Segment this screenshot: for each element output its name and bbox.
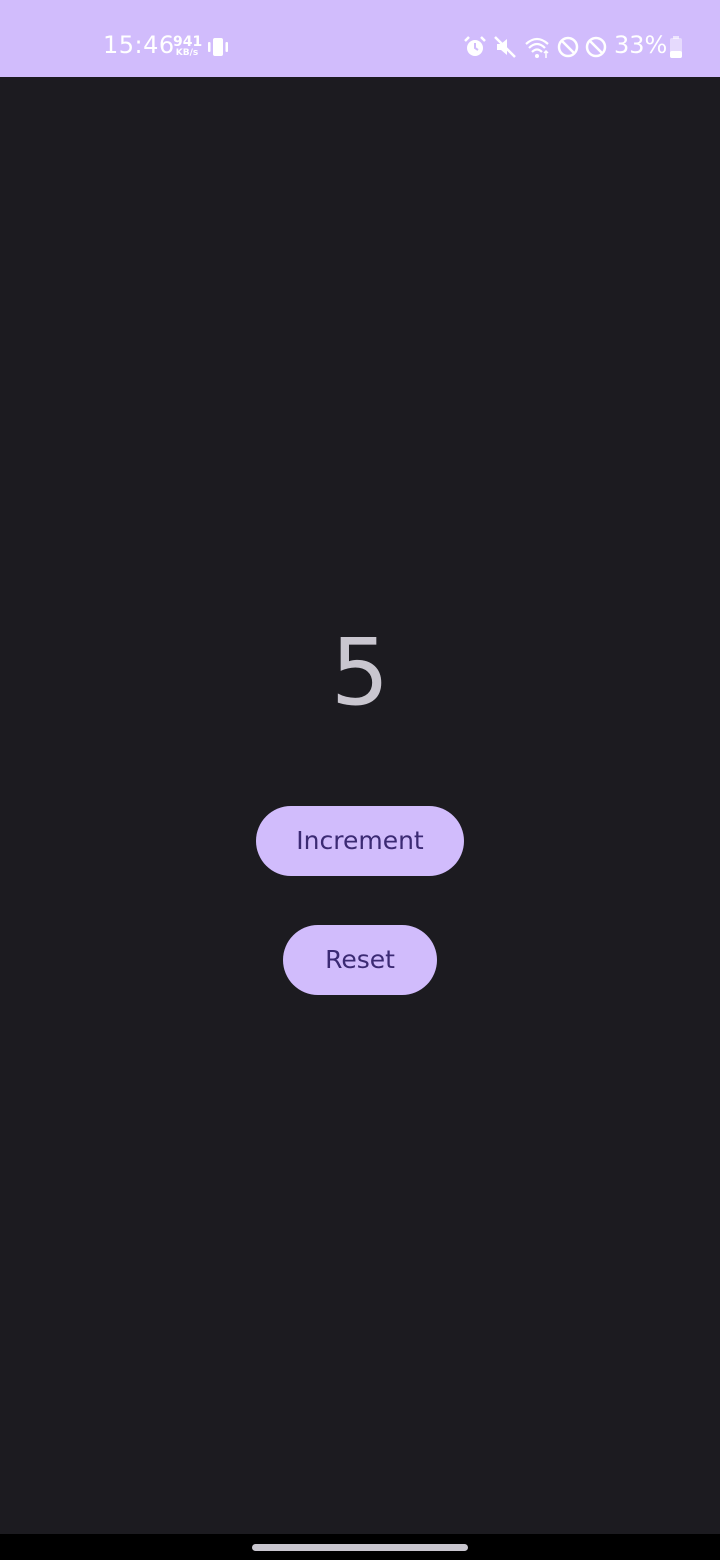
battery-percent: 33% [614,31,668,59]
net-speed: 941 KB/s [173,34,203,58]
home-gesture-handle[interactable] [252,1544,468,1551]
wifi-icon [525,37,549,58]
navigation-bar [0,1534,720,1560]
app-screen: 15:46 941 KB/s 33% 5 Increment Reset [0,0,720,1560]
vibrate-icon [208,38,228,56]
block-icon [585,36,607,58]
alarm-icon [464,36,486,56]
net-speed-value: 941 [173,34,203,50]
block-icon [557,36,579,58]
counter-value: 5 [330,619,390,726]
status-bar: 15:46 941 KB/s 33% [0,0,720,77]
increment-button[interactable]: Increment [256,806,464,876]
battery-icon [670,36,682,58]
status-time: 15:46 [103,31,175,59]
net-speed-unit: KB/s [175,48,199,58]
reset-button[interactable]: Reset [283,925,437,995]
mute-icon [494,36,516,58]
